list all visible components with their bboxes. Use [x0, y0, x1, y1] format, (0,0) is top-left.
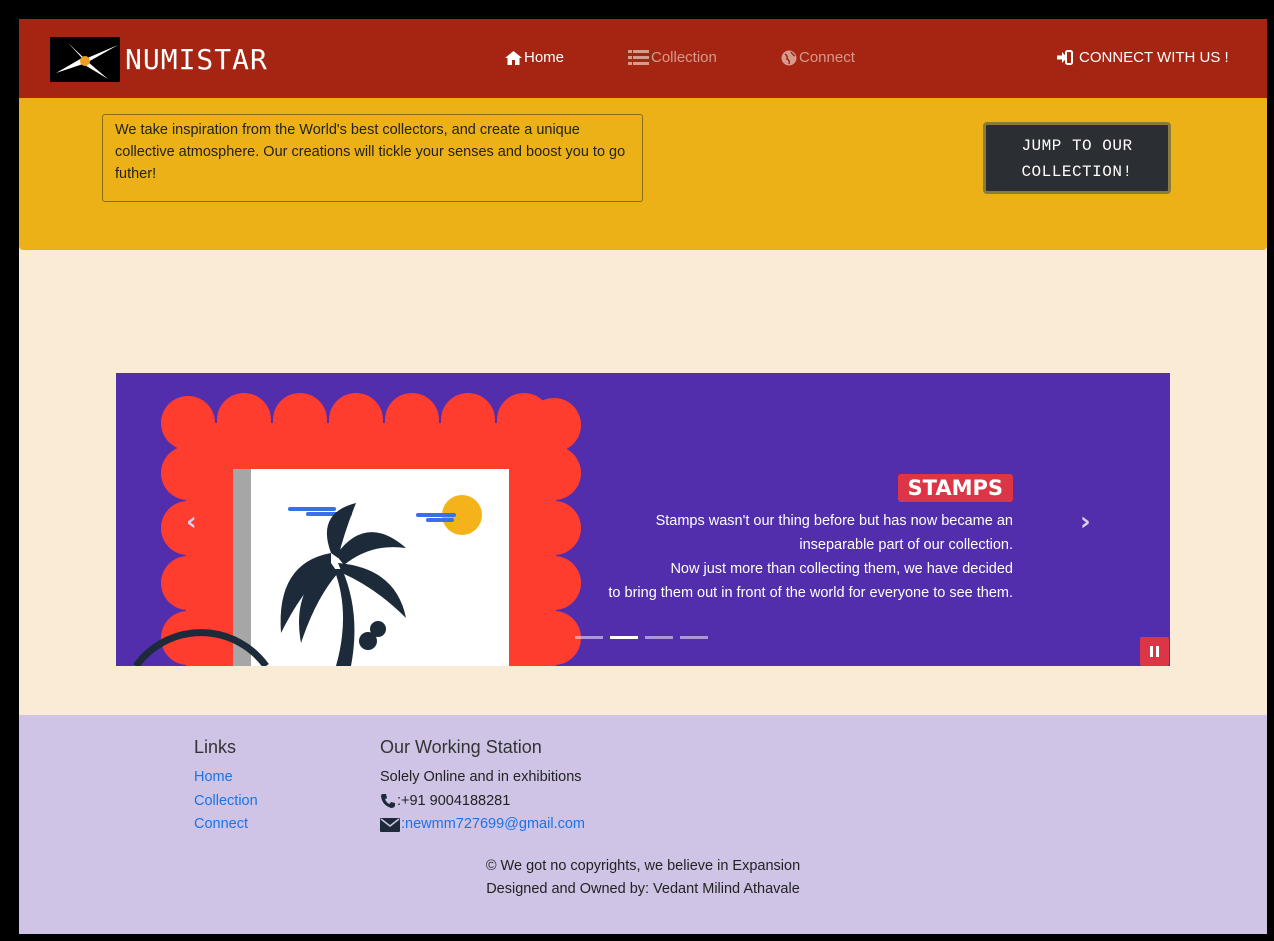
footer-station-heading: Our Working Station	[380, 737, 542, 757]
intro-text: We take inspiration from the World's bes…	[102, 114, 643, 202]
footer-links: Links Home Collection Connect	[194, 737, 258, 837]
email-link[interactable]: :newmm727699@gmail.com	[401, 813, 585, 837]
chevron-right-icon: ›	[1080, 507, 1091, 537]
caption-line: inseparable part of our collection.	[799, 537, 1013, 553]
carousel-indicators	[575, 636, 708, 639]
pause-icon-bar	[1156, 646, 1159, 657]
caption-line: Now just more than collecting them, we h…	[670, 561, 1013, 577]
caption-line: Stamps wasn't our thing before but has n…	[655, 513, 1013, 529]
home-icon	[505, 50, 522, 65]
footer-station: Our Working Station Solely Online and in…	[380, 737, 585, 837]
carousel-next-button[interactable]: ›	[1080, 507, 1091, 537]
nav-home-label: Home	[524, 49, 565, 66]
carousel: ‹ › STAMPS Stamps wasn't our thing befor…	[116, 373, 1170, 666]
page: NUMISTAR Home Collection Connect CONNECT…	[19, 19, 1267, 934]
intro-banner: We take inspiration from the World's bes…	[19, 98, 1267, 250]
star-logo-icon	[50, 37, 120, 82]
brand-name: NUMISTAR	[125, 43, 268, 76]
sign-in-icon	[1057, 50, 1073, 65]
carousel-indicator[interactable]	[575, 636, 603, 639]
globe-icon	[781, 50, 797, 65]
connect-with-us-button[interactable]: CONNECT WITH US !	[1056, 49, 1229, 66]
nav-collection[interactable]: Collection	[628, 49, 717, 66]
nav-collection-label: Collection	[651, 49, 717, 66]
footer-links-heading: Links	[194, 737, 237, 757]
envelope-icon	[380, 818, 400, 833]
carousel-prev-button[interactable]: ‹	[186, 507, 197, 537]
footer-link-collection[interactable]: Collection	[194, 790, 258, 814]
phone-row: :+91 9004188281	[380, 790, 585, 814]
pause-icon	[1150, 646, 1153, 657]
chevron-left-icon: ‹	[186, 507, 197, 537]
carousel-indicator-active[interactable]	[610, 636, 638, 639]
list-icon	[628, 50, 649, 65]
caption-title: STAMPS	[897, 474, 1013, 502]
station-text: Solely Online and in exhibitions	[380, 769, 582, 785]
footer: Links Home Collection Connect Our Workin…	[19, 715, 1267, 934]
carousel-indicator[interactable]	[680, 636, 708, 639]
nav-connect-label: Connect	[799, 49, 855, 66]
carousel-indicator[interactable]	[645, 636, 673, 639]
footer-link-connect[interactable]: Connect	[194, 813, 258, 837]
phone-number: :+91 9004188281	[397, 792, 511, 809]
nav-connect[interactable]: Connect	[781, 49, 855, 66]
carousel-caption: STAMPS Stamps wasn't our thing before bu…	[608, 474, 1013, 605]
jump-to-collection-button[interactable]: JUMP TO OUR COLLECTION!	[983, 122, 1171, 194]
connect-with-us-label: CONNECT WITH US !	[1079, 49, 1229, 66]
nav-home[interactable]: Home	[505, 49, 564, 66]
carousel-pause-button[interactable]	[1140, 637, 1169, 666]
footer-link-home[interactable]: Home	[194, 766, 258, 790]
footer-bottom: © We got no copyrights, we believe in Ex…	[19, 855, 1267, 901]
brand[interactable]: NUMISTAR	[50, 37, 268, 82]
caption-line: to bring them out in front of the world …	[608, 585, 1013, 601]
copyright-text: © We got no copyrights, we believe in Ex…	[485, 858, 801, 874]
navbar: NUMISTAR Home Collection Connect CONNECT…	[19, 19, 1267, 98]
phone-icon	[381, 794, 395, 809]
email-row: :newmm727699@gmail.com	[380, 813, 585, 837]
jump-button-line1: JUMP TO OUR	[1021, 137, 1133, 155]
jump-button-line2: COLLECTION!	[1021, 163, 1133, 181]
designed-by-text: Designed and Owned by: Vedant Milind Ath…	[486, 881, 800, 897]
